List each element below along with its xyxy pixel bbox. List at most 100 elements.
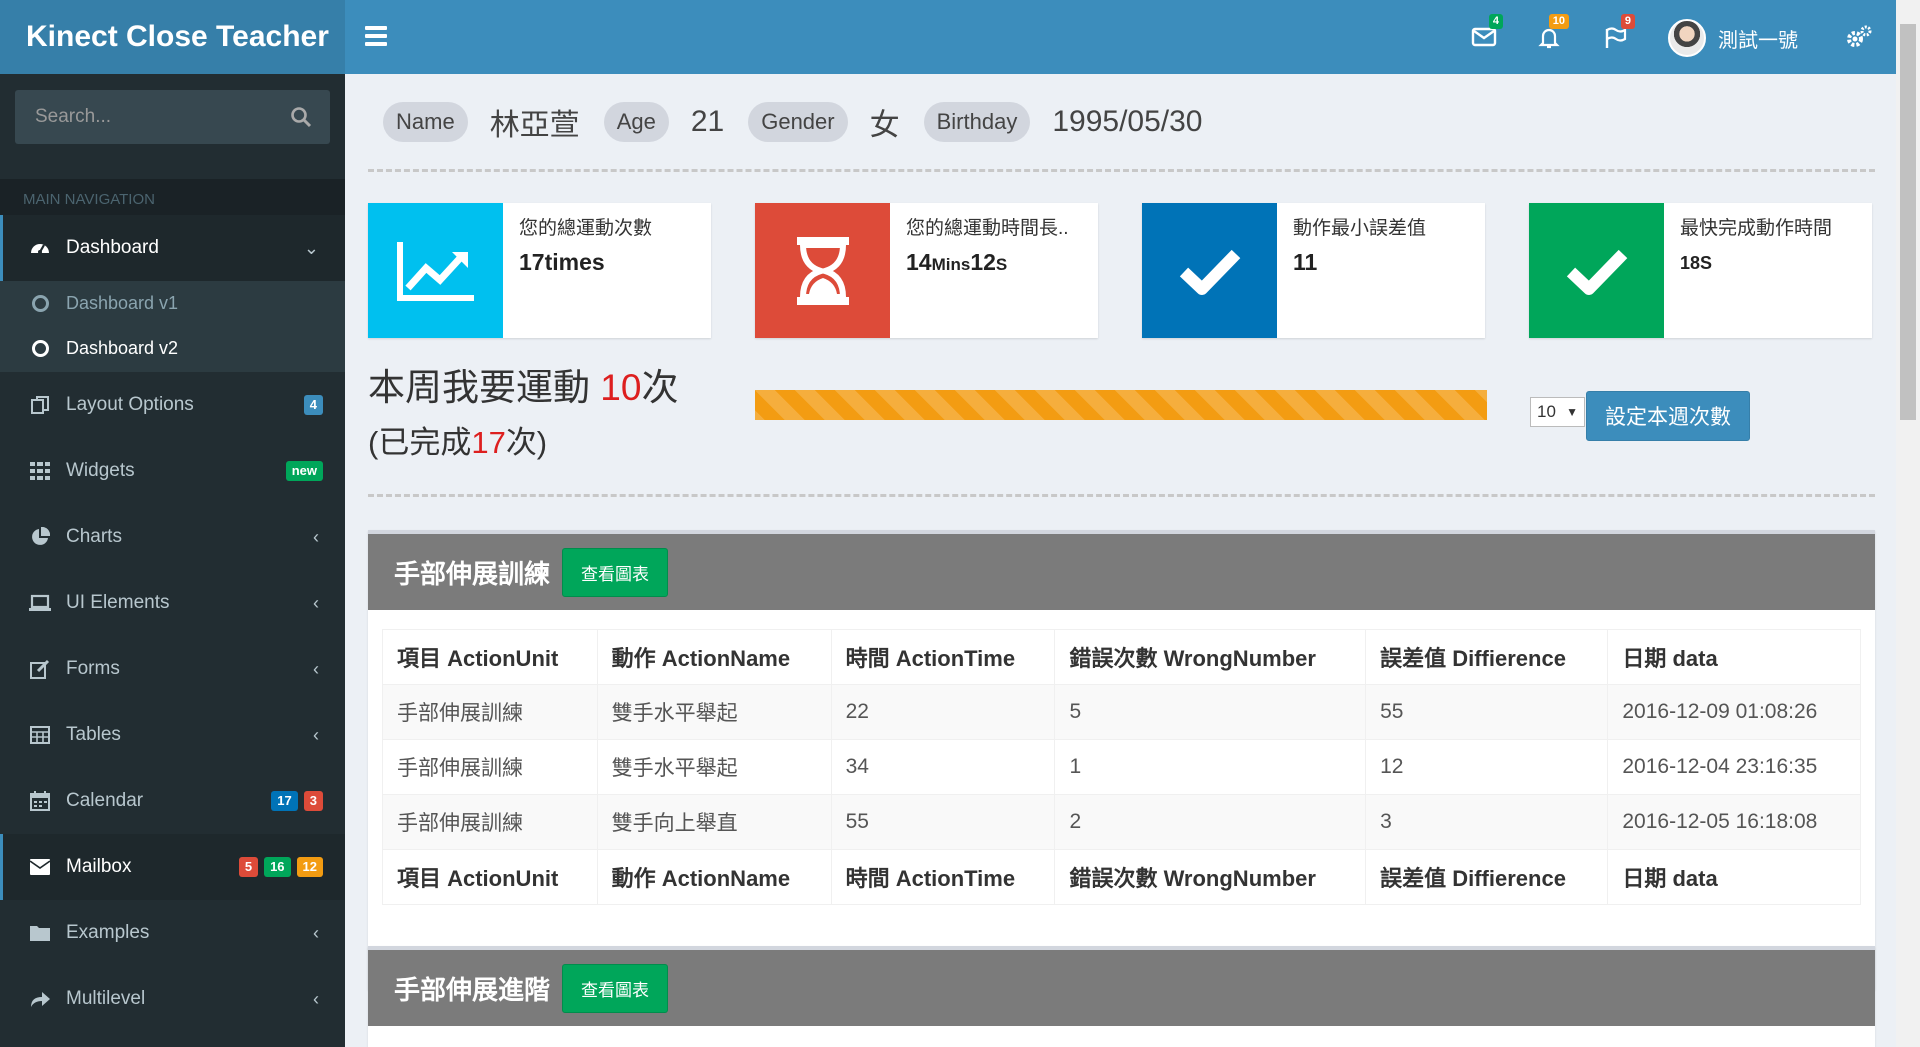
envelope-icon <box>1471 27 1497 47</box>
column-header: 誤差值 Diffierence <box>1365 629 1609 685</box>
sidebar-item-dashboard[interactable]: Dashboard ⌄ <box>0 215 345 281</box>
search-input[interactable] <box>15 90 275 144</box>
gears-icon <box>1847 25 1872 47</box>
sidebar-item-forms[interactable]: Forms ‹ <box>0 636 345 702</box>
app-logo[interactable]: Kinect Close Teacher <box>0 0 345 74</box>
sidebar-item-label: Examples <box>66 922 150 943</box>
sidebar-item-layout-options[interactable]: Layout Options 4 <box>0 372 345 438</box>
chevron-left-icon: ‹ <box>313 526 319 547</box>
table-row: 手部伸展訓練 雙手水平舉起 22 5 55 2016-12-09 01:08:2… <box>382 684 1861 740</box>
settings-button[interactable] <box>1845 24 1873 55</box>
check-icon <box>1142 203 1277 338</box>
column-header: 動作 ActionName <box>596 629 832 685</box>
chevron-down-icon: ⌄ <box>303 237 319 258</box>
age-label: Age <box>603 102 669 142</box>
table-cell: 雙手水平舉起 <box>596 684 832 740</box>
main-content: Name 林亞萱 Age 21 Gender 女 Birthday 1995/0… <box>345 74 1896 1047</box>
name-value: 林亞萱 <box>489 109 580 142</box>
goal-done: 17 <box>471 425 506 460</box>
mailbox-badge: 5 <box>238 857 259 877</box>
messages-badge: 4 <box>1488 14 1503 29</box>
sidebar-item-label: Layout Options <box>66 394 194 415</box>
messages-button[interactable]: 4 <box>1465 14 1505 56</box>
search-icon[interactable] <box>290 106 312 133</box>
table-cell: 手部伸展訓練 <box>382 739 598 795</box>
sidebar-toggle-icon[interactable] <box>365 22 397 52</box>
sidebar-item-label: Dashboard <box>66 237 159 258</box>
calendar-badge: 17 <box>271 791 298 811</box>
gender-value: 女 <box>869 109 900 142</box>
table-row: 手部伸展訓練 雙手向上舉直 55 2 3 2016-12-05 16:18:08 <box>382 794 1861 850</box>
column-header: 時間 ActionTime <box>830 629 1056 685</box>
user-name: 測試一號 <box>1718 29 1798 52</box>
stat-value: 14Mins12S <box>906 249 1008 275</box>
circle-icon <box>32 340 49 357</box>
table-cell: 34 <box>830 739 1056 795</box>
column-footer: 時間 ActionTime <box>830 849 1056 905</box>
view-chart-button[interactable]: 查看圖表 <box>562 547 669 597</box>
training-panel: 手部伸展訓練 查看圖表 項目 ActionUnit 動作 ActionName … <box>368 530 1875 990</box>
stat-value: 11 <box>1293 249 1318 275</box>
bell-icon <box>1538 28 1560 49</box>
view-chart-button[interactable]: 查看圖表 <box>562 963 669 1013</box>
table-row: 手部伸展訓練 雙手水平舉起 34 1 12 2016-12-04 23:16:3… <box>382 739 1861 795</box>
stat-label: 您的總運動次數 <box>519 218 653 239</box>
table-header-row: 項目 ActionUnit 動作 ActionName 時間 ActionTim… <box>382 629 1861 685</box>
sidebar-item-examples[interactable]: Examples ‹ <box>0 900 345 966</box>
table-cell: 3 <box>1365 794 1609 850</box>
goal-target: 10 <box>600 367 642 408</box>
sidebar-item-calendar[interactable]: Calendar 17 3 <box>0 768 345 834</box>
scrollbar-thumb[interactable] <box>1900 24 1916 420</box>
table-footer-row: 項目 ActionUnit 動作 ActionName 時間 ActionTim… <box>382 849 1861 905</box>
column-footer: 項目 ActionUnit <box>382 849 598 905</box>
calendar-icon <box>28 791 52 811</box>
sidebar-item-tables[interactable]: Tables ‹ <box>0 702 345 768</box>
sidebar-item-ui-elements[interactable]: UI Elements ‹ <box>0 570 345 636</box>
share-icon <box>28 990 52 1008</box>
page-scrollbar[interactable] <box>1896 0 1920 1047</box>
sidebar-item-label: Forms <box>66 658 120 679</box>
table-cell: 2016-12-05 16:18:08 <box>1607 794 1861 850</box>
avatar <box>1668 19 1706 57</box>
column-footer: 錯誤次數 WrongNumber <box>1054 849 1367 905</box>
table-cell: 2 <box>1054 794 1367 850</box>
sidebar-item-multilevel[interactable]: Multilevel ‹ <box>0 966 345 1032</box>
user-menu[interactable]: 測試一號 <box>1668 18 1798 58</box>
sidebar-item-mailbox[interactable]: Mailbox 5 16 12 <box>0 834 345 900</box>
notifications-button[interactable]: 10 <box>1531 14 1571 56</box>
weekly-goal-line: 本周我要運動 10次 <box>368 367 679 408</box>
sidebar-item-label: Multilevel <box>66 988 146 1009</box>
sidebar-subitem-dashboard-v2[interactable]: Dashboard v2 <box>0 326 345 371</box>
sidebar-subitem-dashboard-v1[interactable]: Dashboard v1 <box>0 281 345 326</box>
mailbox-badge: 16 <box>264 857 291 877</box>
table-cell: 2016-12-09 01:08:26 <box>1607 684 1861 740</box>
table-cell: 55 <box>1365 684 1609 740</box>
age-value: 21 <box>690 105 725 138</box>
laptop-icon <box>28 594 52 612</box>
tasks-badge: 9 <box>1620 14 1635 29</box>
table-cell: 手部伸展訓練 <box>382 684 598 740</box>
weekly-target-select[interactable]: 10 ▼ <box>1530 397 1585 427</box>
sidebar-item-charts[interactable]: Charts ‹ <box>0 504 345 570</box>
sidebar-item-label: UI Elements <box>66 592 170 613</box>
stat-value: 18S <box>1680 253 1713 273</box>
folder-icon <box>28 925 52 941</box>
sidebar-search <box>15 90 330 144</box>
birthday-value: 1995/05/30 <box>1052 105 1203 138</box>
sidebar-item-label: Mailbox <box>66 856 132 877</box>
sidebar-item-widgets[interactable]: Widgets new <box>0 438 345 504</box>
panel-header: 手部伸展進階 查看圖表 <box>368 950 1875 1026</box>
tasks-button[interactable]: 9 <box>1597 14 1637 56</box>
table-cell: 55 <box>830 794 1056 850</box>
birthday-label: Birthday <box>923 102 1031 142</box>
column-header: 日期 data <box>1607 629 1861 685</box>
caret-down-icon: ▼ <box>1566 405 1578 419</box>
column-footer: 日期 data <box>1607 849 1861 905</box>
notifications-badge: 10 <box>1548 14 1569 29</box>
name-label: Name <box>383 102 468 142</box>
stat-min-error: 動作最小誤差值 11 <box>1142 203 1485 338</box>
sidebar-item-label: Widgets <box>66 460 135 481</box>
sidebar-item-label: Calendar <box>66 790 144 811</box>
column-footer: 動作 ActionName <box>596 849 832 905</box>
set-weekly-target-button[interactable]: 設定本週次數 <box>1586 391 1750 441</box>
